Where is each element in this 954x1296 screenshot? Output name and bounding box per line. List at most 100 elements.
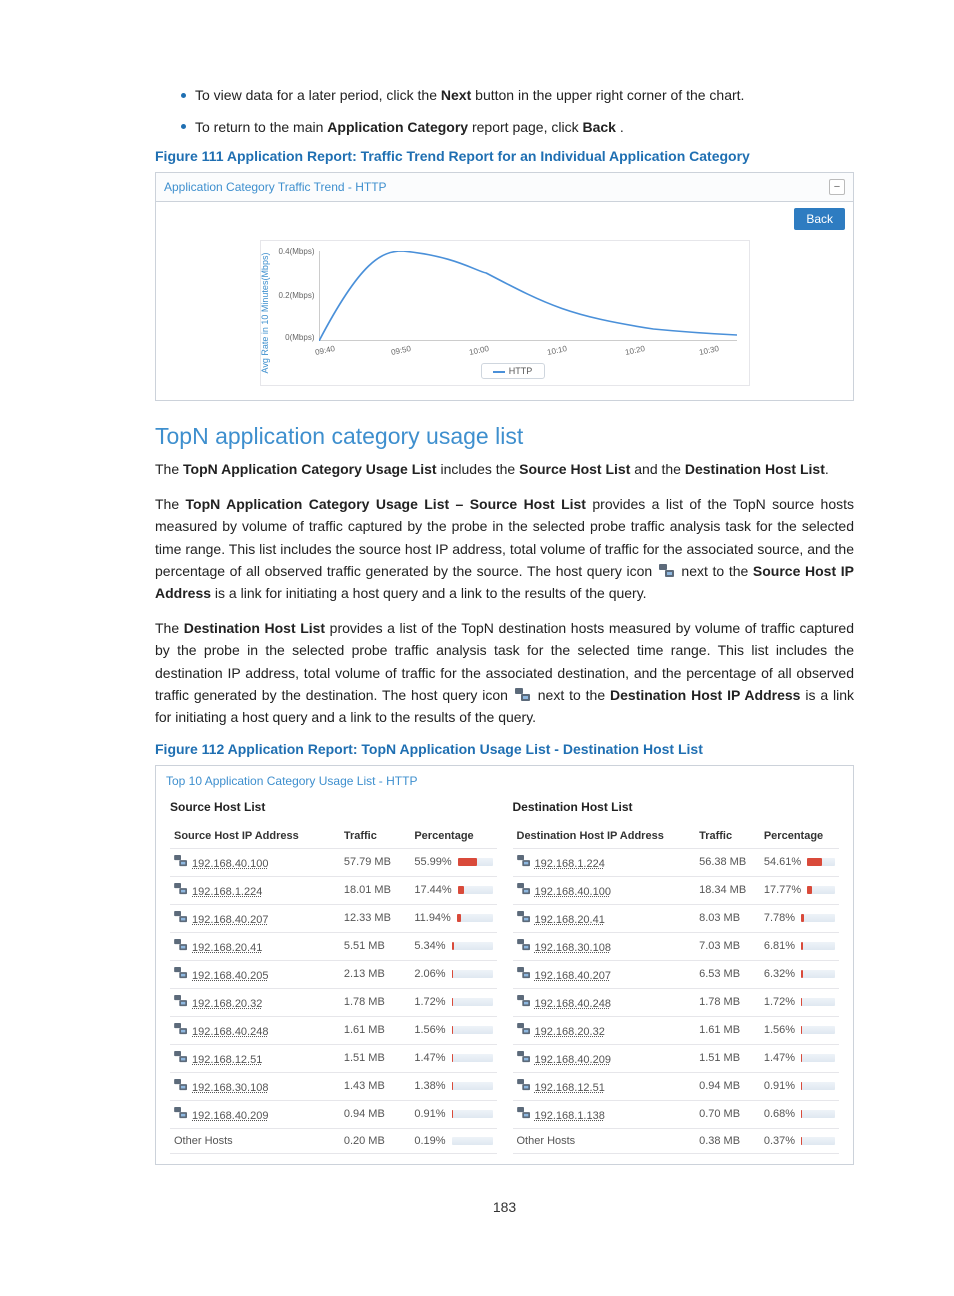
list-title: Source Host List	[170, 800, 497, 814]
ip-link[interactable]: 192.168.1.224	[513, 848, 696, 876]
traffic-cell: 0.38 MB	[695, 1128, 760, 1153]
ip-link[interactable]: 192.168.20.32	[513, 1016, 696, 1044]
traffic-cell: 0.94 MB	[695, 1072, 760, 1100]
traffic-cell: 0.20 MB	[340, 1128, 411, 1153]
host-query-icon[interactable]	[174, 855, 188, 867]
host-query-icon[interactable]	[517, 1107, 531, 1119]
ip-link[interactable]: 192.168.1.224	[170, 876, 340, 904]
host-query-icon[interactable]	[517, 911, 531, 923]
ip-link[interactable]: 192.168.40.205	[170, 960, 340, 988]
ip-link[interactable]: 192.168.40.209	[170, 1100, 340, 1128]
host-query-icon[interactable]	[174, 883, 188, 895]
percentage-cell: 17.44%	[410, 876, 496, 904]
panel-title: Top 10 Application Category Usage List -…	[156, 766, 853, 796]
ip-link[interactable]: 192.168.1.138	[513, 1100, 696, 1128]
table-row: 192.168.40.100 57.79 MB 55.99%	[170, 848, 497, 876]
percentage-cell: 1.56%	[410, 1016, 496, 1044]
traffic-cell: 18.01 MB	[340, 876, 411, 904]
percentage-cell: 1.47%	[410, 1044, 496, 1072]
line-series-http	[319, 251, 737, 341]
y-tick: 0(Mbps)	[271, 333, 315, 342]
table-row: 192.168.40.207 6.53 MB 6.32%	[513, 960, 840, 988]
traffic-cell: 0.94 MB	[340, 1100, 411, 1128]
text: button in the upper right corner of the …	[475, 87, 744, 103]
table-row: 192.168.40.207 12.33 MB 11.94%	[170, 904, 497, 932]
panel-title: Application Category Traffic Trend - HTT…	[164, 180, 387, 194]
percentage-cell: 17.77%	[760, 876, 839, 904]
ip-link[interactable]: 192.168.20.41	[513, 904, 696, 932]
host-query-icon[interactable]	[517, 967, 531, 979]
traffic-cell: 2.13 MB	[340, 960, 411, 988]
chart-panel: Application Category Traffic Trend - HTT…	[155, 172, 854, 401]
ip-link[interactable]: 192.168.40.207	[170, 904, 340, 932]
ip-link[interactable]: 192.168.20.41	[170, 932, 340, 960]
x-tick: 10:10	[546, 344, 567, 357]
host-query-icon[interactable]	[517, 1051, 531, 1063]
bold-term: Back	[582, 119, 615, 135]
paragraph: The TopN Application Category Usage List…	[155, 458, 854, 480]
source-table: Source Host IP Address Traffic Percentag…	[170, 824, 497, 1154]
y-axis-label: Avg Rate in 10 Minutes(Mbps)	[260, 253, 270, 374]
y-tick: 0.2(Mbps)	[271, 291, 315, 300]
percentage-cell: 55.99%	[410, 848, 496, 876]
x-tick: 10:20	[624, 344, 645, 357]
ip-link[interactable]: 192.168.40.209	[513, 1044, 696, 1072]
host-query-icon[interactable]	[174, 1107, 188, 1119]
traffic-cell: 1.78 MB	[340, 988, 411, 1016]
table-row: 192.168.30.108 7.03 MB 6.81%	[513, 932, 840, 960]
col-header: Percentage	[410, 824, 496, 849]
host-query-icon[interactable]	[517, 1023, 531, 1035]
legend-item: HTTP	[481, 363, 545, 379]
ip-link[interactable]: 192.168.12.51	[170, 1044, 340, 1072]
host-query-icon[interactable]	[174, 1051, 188, 1063]
host-query-icon	[659, 562, 675, 576]
ip-link[interactable]: 192.168.12.51	[513, 1072, 696, 1100]
host-query-icon[interactable]	[174, 911, 188, 923]
table-row: 192.168.40.209 1.51 MB 1.47%	[513, 1044, 840, 1072]
host-query-icon[interactable]	[517, 995, 531, 1007]
host-query-icon[interactable]	[174, 967, 188, 979]
y-tick: 0.4(Mbps)	[271, 247, 315, 256]
bold-term: Next	[441, 87, 471, 103]
traffic-cell: 1.61 MB	[695, 1016, 760, 1044]
text: .	[620, 119, 624, 135]
traffic-cell: 1.51 MB	[340, 1044, 411, 1072]
percentage-cell: 0.37%	[760, 1128, 839, 1153]
ip-link[interactable]: 192.168.30.108	[170, 1072, 340, 1100]
ip-link[interactable]: 192.168.40.100	[170, 848, 340, 876]
host-query-icon[interactable]	[174, 1079, 188, 1091]
table-row: 192.168.1.138 0.70 MB 0.68%	[513, 1100, 840, 1128]
host-query-icon[interactable]	[174, 995, 188, 1007]
figure-caption: Figure 111 Application Report: Traffic T…	[155, 148, 854, 164]
traffic-cell: 1.61 MB	[340, 1016, 411, 1044]
host-query-icon[interactable]	[517, 939, 531, 951]
host-query-icon[interactable]	[517, 1079, 531, 1091]
back-button[interactable]: Back	[794, 208, 845, 230]
host-query-icon[interactable]	[517, 855, 531, 867]
other-hosts-label: Other Hosts	[513, 1128, 696, 1153]
ip-link[interactable]: 192.168.30.108	[513, 932, 696, 960]
host-query-icon[interactable]	[174, 1023, 188, 1035]
bullet-list: To view data for a later period, click t…	[155, 85, 854, 138]
percentage-cell: 6.81%	[760, 932, 839, 960]
host-query-icon[interactable]	[517, 883, 531, 895]
col-header: Source Host IP Address	[170, 824, 340, 849]
ip-link[interactable]: 192.168.20.32	[170, 988, 340, 1016]
percentage-cell: 0.68%	[760, 1100, 839, 1128]
host-query-icon[interactable]	[174, 939, 188, 951]
text: To return to the main	[195, 119, 327, 135]
ip-link[interactable]: 192.168.40.248	[170, 1016, 340, 1044]
ip-link[interactable]: 192.168.40.207	[513, 960, 696, 988]
page-number: 183	[155, 1199, 854, 1215]
ip-link[interactable]: 192.168.40.100	[513, 876, 696, 904]
traffic-cell: 7.03 MB	[695, 932, 760, 960]
minimize-button[interactable]: −	[829, 179, 845, 195]
x-tick: 10:30	[698, 344, 719, 357]
table-row: Other Hosts 0.38 MB 0.37%	[513, 1128, 840, 1153]
percentage-cell: 0.91%	[760, 1072, 839, 1100]
traffic-cell: 1.51 MB	[695, 1044, 760, 1072]
section-heading: TopN application category usage list	[155, 423, 854, 450]
traffic-cell: 5.51 MB	[340, 932, 411, 960]
traffic-cell: 1.78 MB	[695, 988, 760, 1016]
ip-link[interactable]: 192.168.40.248	[513, 988, 696, 1016]
